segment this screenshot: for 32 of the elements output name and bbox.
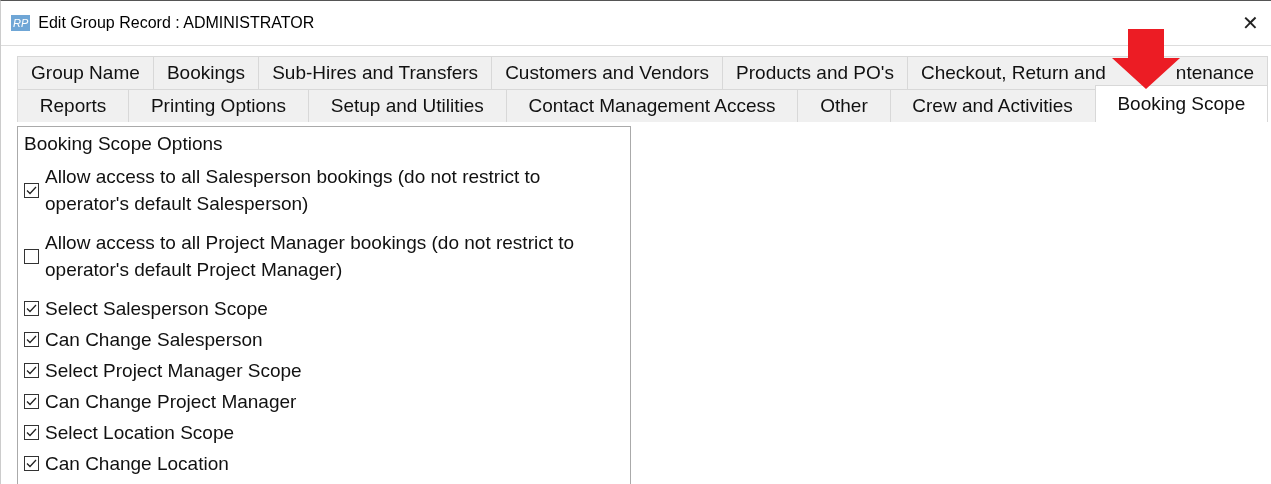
checkbox[interactable]: [24, 425, 39, 440]
option-label: Can Change Salesperson: [45, 328, 264, 352]
option-label: Select Project Manager Scope: [45, 359, 303, 383]
tab[interactable]: Contact Management Access: [505, 89, 799, 122]
app-icon: RP: [11, 15, 31, 31]
tab[interactable]: Customers and Vendors: [491, 56, 724, 89]
panel-title: Booking Scope Options: [24, 133, 224, 155]
tab[interactable]: Products and PO's: [722, 56, 908, 89]
tab[interactable]: Booking Scope: [1094, 85, 1269, 122]
tab[interactable]: Printing Options: [128, 89, 309, 122]
checkbox[interactable]: [24, 363, 39, 378]
option-label: Allow access to all Salesperson bookings (do not restrict to operator's default Salesperson): [45, 165, 542, 216]
option-label: Can Change Project Manager: [45, 390, 298, 414]
checkbox[interactable]: [24, 248, 39, 264]
option-label: Select Salesperson Scope: [45, 297, 269, 321]
checkbox[interactable]: [24, 456, 39, 471]
checkbox[interactable]: [24, 301, 39, 316]
tab[interactable]: Crew and Activities: [889, 89, 1096, 122]
tab[interactable]: Sub-Hires and Transfers: [258, 56, 493, 89]
tab[interactable]: Reports: [17, 89, 130, 122]
tab[interactable]: Bookings: [152, 56, 260, 89]
checkbox[interactable]: [24, 182, 39, 198]
tab[interactable]: Group Name: [17, 56, 154, 89]
option-label: Allow access to all Project Manager bookings (do not restrict to operator's default Project Manager): [45, 231, 576, 282]
option-label: Can Change Location: [45, 452, 230, 476]
tab[interactable]: Other: [797, 89, 891, 122]
tab[interactable]: Setup and Utilities: [307, 89, 507, 122]
checkbox[interactable]: [24, 394, 39, 409]
close-button[interactable]: ✕: [1240, 11, 1261, 35]
window-title: Edit Group Record : ADMINISTRATOR: [38, 14, 316, 32]
option-label: Select Location Scope: [45, 421, 236, 445]
checkbox[interactable]: [24, 332, 39, 347]
